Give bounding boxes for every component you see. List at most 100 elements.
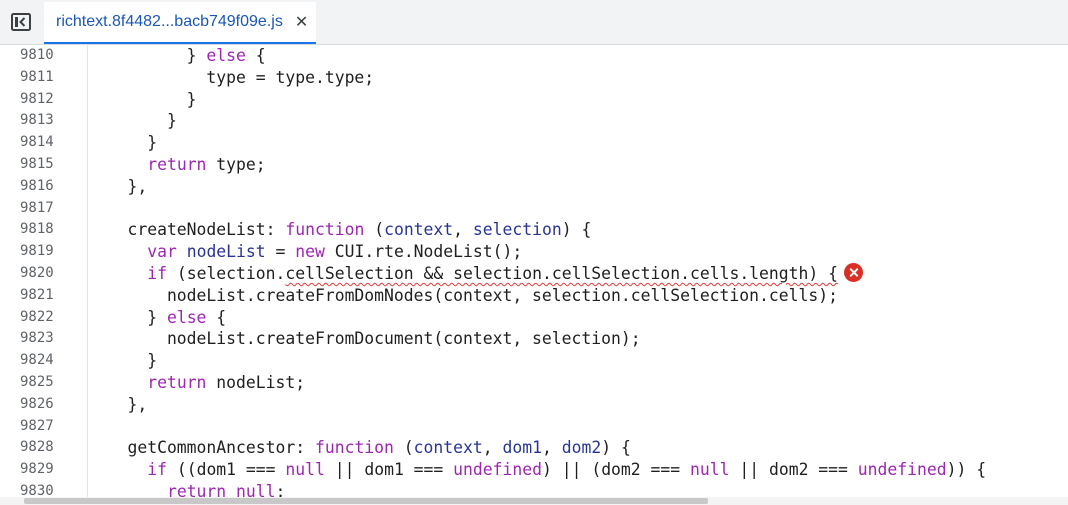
code-line: if ((dom1 === null || dom1 === undefined… xyxy=(88,459,1068,481)
line-number: 9827 xyxy=(20,417,54,434)
line-number: 9816 xyxy=(20,177,54,194)
code-token: dom2 xyxy=(561,438,602,458)
code-token: ) { xyxy=(601,438,631,458)
line-number: 9817 xyxy=(20,199,54,216)
line-number: 9812 xyxy=(20,90,54,107)
code-line: if (selection.cellSelection && selection… xyxy=(88,263,1068,285)
code-line: return nodeList; xyxy=(88,372,1068,394)
code-token: } xyxy=(88,307,167,327)
code-line: return null; xyxy=(88,481,1068,497)
line-number: 9821 xyxy=(20,286,54,303)
code-token: , xyxy=(453,220,473,240)
code-line-text: return nodeList; xyxy=(88,372,305,394)
code-token: ) || (dom2 === xyxy=(541,460,691,480)
close-icon[interactable]: ✕ xyxy=(295,14,308,30)
code-token: type = type.type; xyxy=(88,67,375,87)
code-token: } xyxy=(88,46,207,65)
code-token: null xyxy=(236,482,276,497)
code-token: context xyxy=(384,220,454,240)
code-token: || dom1 === xyxy=(324,460,454,480)
code-token: }, xyxy=(88,176,148,196)
code-line-text: } xyxy=(88,132,157,154)
code-token: ((dom1 === xyxy=(166,460,286,480)
code-line-text: type = type.type; xyxy=(88,67,374,89)
horizontal-scrollbar[interactable] xyxy=(0,497,1068,505)
code-token: nodeList.createFromDocument(context, sel… xyxy=(88,329,641,349)
code-token: undefined xyxy=(453,460,542,480)
code-line: return type; xyxy=(88,154,1068,176)
code-line: var nodeList = new CUI.rte.NodeList(); xyxy=(88,241,1068,263)
code-token: else xyxy=(166,307,207,327)
code-editor[interactable]: 9810 9811 9812 9813 9814 9815 9816 9817 9818 9819… xyxy=(0,45,1068,497)
code-token: createNodeList: xyxy=(88,220,286,240)
code-token: return xyxy=(147,373,207,392)
line-number: 9829 xyxy=(20,461,54,478)
code-token: (selection. xyxy=(166,264,286,283)
scrollbar-thumb[interactable] xyxy=(24,498,708,504)
line-number-gutter: 9810 9811 9812 9813 9814 9815 9816 9817 9818 9819… xyxy=(0,45,88,497)
code-token: selection xyxy=(472,220,562,240)
code-token: ( xyxy=(364,220,385,240)
error-icon[interactable] xyxy=(844,263,863,282)
line-number: 9828 xyxy=(20,439,54,456)
code-token: nodeList xyxy=(186,242,266,262)
code-token: return xyxy=(166,482,227,497)
code-token: null xyxy=(690,460,730,480)
code-line-text: var nodeList = new CUI.rte.NodeList(); xyxy=(88,241,522,263)
line-number: 9818 xyxy=(20,221,54,238)
code-token: null xyxy=(285,460,325,480)
code-token: if xyxy=(147,264,167,283)
code-token: , xyxy=(482,438,503,458)
line-number: 9822 xyxy=(20,308,54,325)
code-line: } xyxy=(88,89,1068,111)
code-area[interactable]: } else { type = type.type; } } } return … xyxy=(88,45,1068,497)
line-number: 9811 xyxy=(20,68,54,85)
code-line: }, xyxy=(88,394,1068,416)
code-line-text: }, xyxy=(88,394,147,416)
line-number: 9830 xyxy=(20,483,54,497)
line-number: 9824 xyxy=(20,352,54,369)
code-line-text: } xyxy=(88,350,157,372)
code-token: || dom2 === xyxy=(729,460,858,480)
code-token: } xyxy=(88,133,158,153)
code-line: createNodeList: function (context, selec… xyxy=(88,219,1068,241)
code-line-text: return null; xyxy=(88,481,285,497)
line-number: 9820 xyxy=(20,265,54,281)
code-token: } xyxy=(88,111,177,131)
code-token: nodeList; xyxy=(206,373,306,392)
line-number: 9815 xyxy=(20,156,54,172)
code-line-text: } xyxy=(88,110,177,132)
code-token: }, xyxy=(88,394,148,414)
code-line: } else { xyxy=(88,45,1068,67)
code-token: function xyxy=(314,438,394,458)
line-number: 9813 xyxy=(20,112,54,129)
code-line: type = type.type; xyxy=(88,67,1068,89)
code-token: new xyxy=(295,242,325,262)
code-token: context xyxy=(413,438,483,458)
code-token: else xyxy=(206,46,246,65)
code-line-text: nodeList.createFromDomNodes(context, sel… xyxy=(88,285,838,307)
code-token: nodeList.createFromDomNodes(context, sel… xyxy=(88,285,838,305)
code-line: } xyxy=(88,132,1068,154)
file-tab[interactable]: richtext.8f4482...bacb749f09e.js ✕ xyxy=(44,2,317,44)
code-token: , xyxy=(541,438,562,458)
line-number: 9814 xyxy=(20,134,54,151)
code-token: ) { xyxy=(561,220,592,240)
code-token: ( xyxy=(393,438,414,458)
code-token: return xyxy=(147,155,207,174)
line-number: 9823 xyxy=(20,330,54,347)
code-token: { xyxy=(206,307,227,327)
line-number: 9810 xyxy=(20,47,54,63)
code-token: type; xyxy=(206,155,266,174)
code-token: = xyxy=(265,242,296,262)
code-line-text: getCommonAncestor: function (context, do… xyxy=(88,437,631,459)
code-line-text: nodeList.createFromDocument(context, sel… xyxy=(88,328,641,350)
code-token: if xyxy=(147,460,167,480)
sidebar-toggle-icon[interactable] xyxy=(10,12,32,32)
